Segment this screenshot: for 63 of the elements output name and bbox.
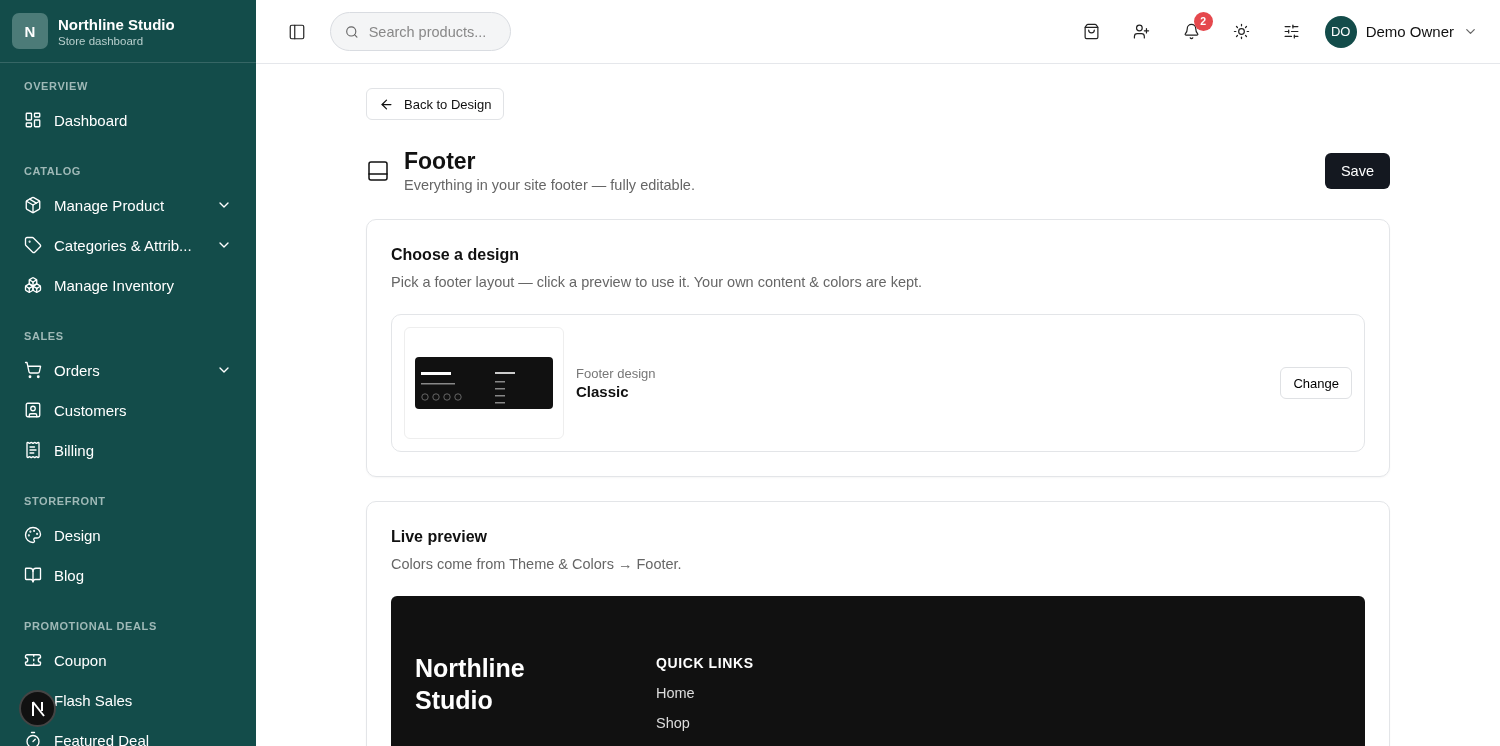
palette-icon <box>24 526 42 544</box>
footer-link[interactable]: Shop <box>656 715 754 731</box>
logo: N <box>12 13 48 49</box>
timer-icon <box>24 731 42 746</box>
footer-heading: QUICK LINKS <box>656 655 754 671</box>
sidebar-item[interactable]: Featured Deal <box>12 720 244 746</box>
contact-card-icon <box>24 401 42 419</box>
section-heading: SALES <box>23 330 65 344</box>
sidebar-item[interactable]: Design <box>12 515 244 555</box>
sidebar-item[interactable]: Coupon <box>12 640 244 680</box>
search-icon <box>345 23 359 40</box>
page-title: Footer <box>404 148 477 175</box>
design-label: Footer design <box>576 366 656 381</box>
logo-mark-icon <box>30 700 45 717</box>
book-icon <box>24 566 42 584</box>
sidebar-item[interactable]: Billing <box>12 430 244 470</box>
logo-badge[interactable] <box>19 690 56 727</box>
section-heading: PROMOTIONAL DEALS <box>23 620 158 634</box>
sliders-icon <box>1283 23 1301 40</box>
shopping-bag-icon <box>1083 23 1101 40</box>
card-description: Pick a footer layout — click a preview to use it. Your own content & colors are kept. <box>391 274 924 290</box>
card-title: Live preview <box>391 528 489 546</box>
cart-icon <box>24 361 42 379</box>
sidebar-item[interactable]: Manage Inventory <box>12 265 244 305</box>
user-name: Demo Owner <box>1365 23 1454 40</box>
receipt-icon <box>24 441 42 459</box>
brand-subtitle: Store dashboard <box>58 34 145 47</box>
sun-icon <box>1233 23 1251 40</box>
page-subtitle: Everything in your site footer — fully editable. <box>404 177 695 193</box>
sidebar-item[interactable]: Blog <box>12 555 244 595</box>
design-thumbnail[interactable] <box>404 327 564 439</box>
ticket-icon <box>24 651 42 669</box>
footer-link[interactable]: Home <box>656 685 754 701</box>
sidebar-item[interactable]: Dashboard <box>12 100 244 140</box>
tag-icon <box>24 236 42 254</box>
search-field[interactable]: Search products... <box>330 12 511 51</box>
user-avatar: DO <box>1324 15 1357 48</box>
change-button[interactable]: Change <box>1280 367 1352 399</box>
brand-name: Northline Studio <box>58 15 175 33</box>
user-plus-icon <box>1133 23 1151 40</box>
footer-layout-icon <box>366 158 390 183</box>
section-heading: CATALOG <box>23 165 82 179</box>
card-title: Choose a design <box>391 246 521 264</box>
design-name: Classic <box>576 383 630 400</box>
sidebar-item[interactable]: Manage Product <box>12 185 244 225</box>
card-description: Colors come from Theme & Colors → Footer. <box>391 556 683 572</box>
user-menu[interactable]: DO Demo Owner <box>1324 15 1478 48</box>
sidebar-item[interactable]: Categories & Attrib... <box>12 225 244 265</box>
sidebar-panel-icon <box>288 22 306 41</box>
sidebar-item[interactable]: Orders <box>12 350 244 390</box>
save-button[interactable]: Save <box>1324 152 1390 189</box>
section-heading: STOREFRONT <box>23 495 107 509</box>
box-icon <box>24 196 42 214</box>
notification-count: 2 <box>1193 11 1213 31</box>
back-button[interactable]: Back to Design <box>366 88 505 120</box>
dashboard-icon <box>24 111 42 129</box>
bell-icon <box>1183 23 1201 40</box>
search-input[interactable]: Search products... <box>366 22 496 41</box>
sidebar-item[interactable]: Customers <box>12 390 244 430</box>
boxes-icon <box>24 276 42 294</box>
footer-brand: Northline Studio <box>415 653 526 716</box>
section-heading: OVERVIEW <box>23 80 89 94</box>
sidebar-item[interactable]: Flash Sales <box>12 680 244 720</box>
